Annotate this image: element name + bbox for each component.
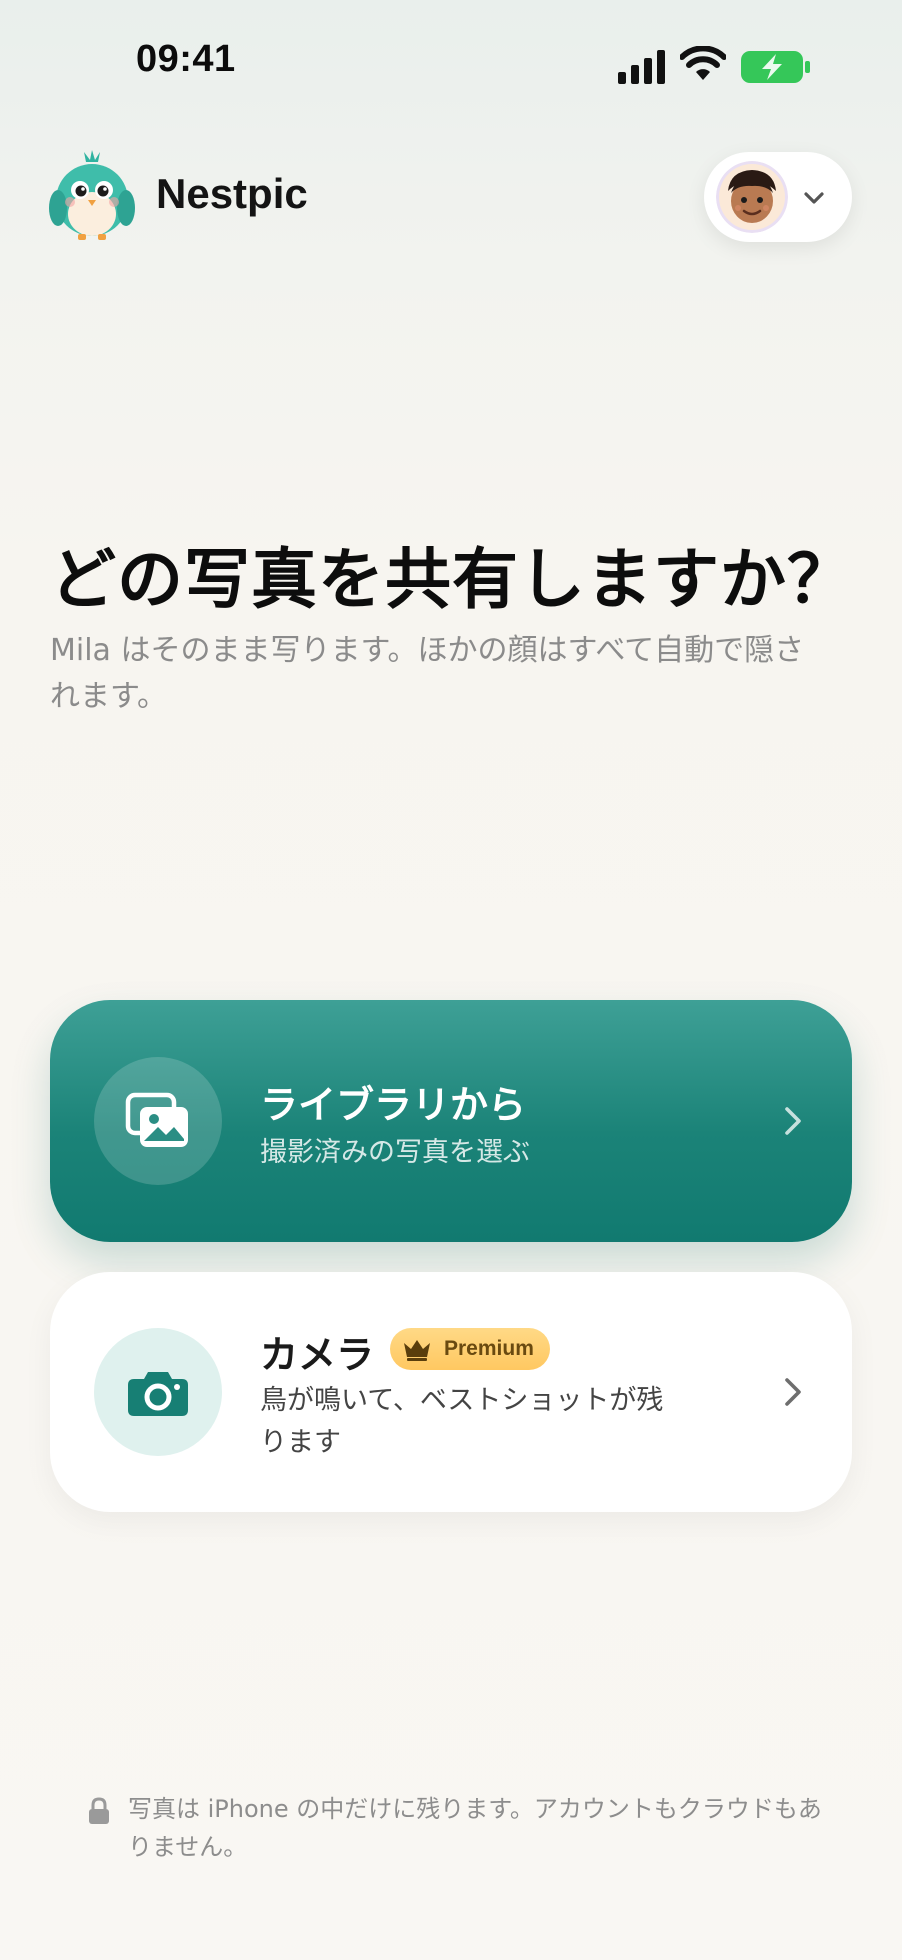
battery-charging-icon <box>741 51 810 83</box>
photo-library-icon <box>125 1092 188 1147</box>
library-option-subtitle: 撮影済みの写真を選ぶ <box>260 1137 530 1168</box>
app-name: Nestpic <box>156 170 308 217</box>
library-option-title: ライブラリから <box>260 1083 527 1127</box>
page-subtitle: Mila はそのまま写ります。ほかの顔はすべて自動で隠されます。 <box>50 633 805 714</box>
camera-option-title: カメラ <box>260 1333 375 1377</box>
camera-icon <box>128 1372 188 1416</box>
crown-icon <box>404 1340 430 1361</box>
premium-label: Premium <box>444 1337 534 1360</box>
premium-badge[interactable]: Premium <box>390 1328 550 1370</box>
camera-option-subtitle: 鳥が鳴いて、ベストショットが残ります <box>260 1385 664 1458</box>
cellular-signal-icon <box>618 50 665 84</box>
profile-switcher-button[interactable] <box>704 152 852 242</box>
wifi-icon <box>680 46 726 80</box>
camera-option-card[interactable]: カメラ Premium 鳥が鳴いて、ベストショットが残ります <box>50 1272 852 1512</box>
lock-icon <box>89 1797 109 1824</box>
library-option-card[interactable]: ライブラリから 撮影済みの写真を選ぶ <box>50 1000 852 1242</box>
chevron-right-icon <box>785 1107 801 1135</box>
status-time: 09:41 <box>136 38 236 80</box>
privacy-note: 写真は iPhone の中だけに残ります。アカウントもクラウドもありません。 <box>128 1795 822 1861</box>
page-title: どの写真を共有しますか？ <box>50 541 854 618</box>
chevron-right-icon <box>785 1378 801 1406</box>
camera-icon-badge <box>94 1328 222 1456</box>
bird-mascot-icon <box>49 150 135 240</box>
library-icon-badge <box>94 1057 222 1185</box>
chevron-down-icon <box>804 192 824 204</box>
avatar <box>716 161 788 233</box>
